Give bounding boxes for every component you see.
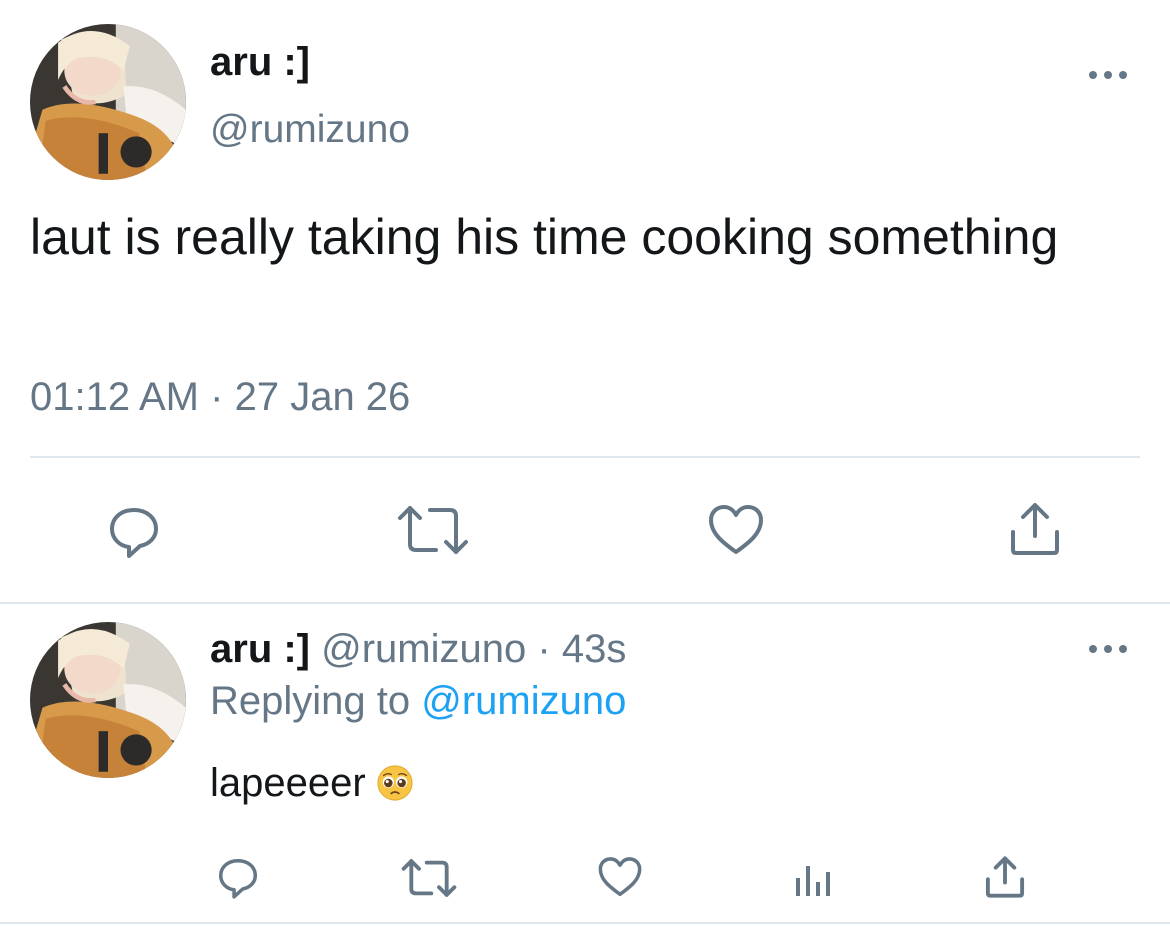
tweet-time: 01:12 AM [30,375,200,419]
analytics-icon[interactable] [792,858,832,898]
mention-link[interactable]: @rumizuno [421,679,626,723]
retweet-icon[interactable] [396,504,470,556]
share-icon[interactable] [1008,502,1062,556]
reply-icon[interactable] [106,504,162,560]
divider [30,456,1140,458]
meta-separator: · [537,627,551,671]
display-name[interactable]: aru :] [210,38,310,86]
retweet-icon[interactable] [400,858,458,898]
avatar[interactable] [30,24,186,180]
replying-prefix: Replying to [210,679,411,723]
avatar[interactable] [30,622,186,778]
tweet-text: lapeeeer [210,758,414,808]
reply-icon[interactable] [216,856,260,900]
profile-photo [30,622,186,778]
pleading-face-emoji [376,764,414,802]
profile-photo [30,24,186,180]
reply-header: aru :] @rumizuno · 43s [210,624,626,674]
handle[interactable]: @rumizuno [321,627,526,671]
tweet-text: laut is really taking his time cooking s… [30,209,1059,265]
more-options-icon[interactable] [1086,60,1130,90]
tweet-text-content: lapeeeer [210,761,366,805]
like-icon[interactable] [708,504,764,556]
divider [0,602,1170,604]
share-icon[interactable] [984,856,1026,898]
tweet-timestamp[interactable]: 01:12 AM · 27 Jan 26 [30,372,410,422]
more-options-icon[interactable] [1086,634,1130,664]
display-name[interactable]: aru :] [210,627,310,671]
tweet-age[interactable]: 43s [562,627,627,671]
handle[interactable]: @rumizuno [210,106,410,154]
replying-to: Replying to @rumizuno [210,676,626,726]
divider [0,922,1170,924]
tweet-date: 27 Jan 26 [234,375,411,419]
like-icon[interactable] [598,856,642,898]
meta-separator: · [210,375,224,419]
